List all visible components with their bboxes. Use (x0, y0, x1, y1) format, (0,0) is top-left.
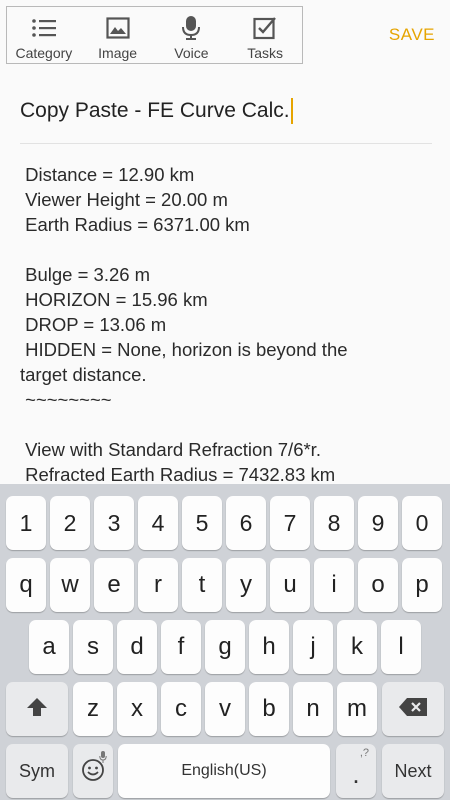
key-4[interactable]: 4 (138, 496, 178, 550)
key-z[interactable]: z (73, 682, 113, 736)
backspace-icon (398, 697, 428, 722)
key-j[interactable]: j (293, 620, 333, 674)
title-divider (20, 143, 432, 144)
key-c[interactable]: c (161, 682, 201, 736)
period-hint: ,? (359, 747, 369, 759)
note-title-field[interactable]: Copy Paste - FE Curve Calc. (20, 98, 293, 124)
note-body-field[interactable]: Distance = 12.90 km Viewer Height = 20.0… (20, 162, 432, 484)
save-button[interactable]: SAVE (389, 25, 435, 45)
image-icon (104, 15, 132, 41)
key-6[interactable]: 6 (226, 496, 266, 550)
key-0[interactable]: 0 (402, 496, 442, 550)
image-button[interactable]: Image (81, 7, 155, 63)
key-q[interactable]: q (6, 558, 46, 612)
tasks-button[interactable]: Tasks (228, 7, 302, 63)
key-l[interactable]: l (381, 620, 421, 674)
note-title: Copy Paste - FE Curve Calc. (20, 99, 290, 122)
category-label: Category (15, 45, 73, 61)
key-7[interactable]: 7 (270, 496, 310, 550)
key-g[interactable]: g (205, 620, 245, 674)
key-x[interactable]: x (117, 682, 157, 736)
key-e[interactable]: e (94, 558, 134, 612)
key-d[interactable]: d (117, 620, 157, 674)
voice-button[interactable]: Voice (155, 7, 229, 63)
key-5[interactable]: 5 (182, 496, 222, 550)
key-b[interactable]: b (249, 682, 289, 736)
image-label: Image (98, 45, 138, 61)
voice-label: Voice (174, 45, 209, 61)
key-o[interactable]: o (358, 558, 398, 612)
key-v[interactable]: v (205, 682, 245, 736)
microphone-hint-icon (99, 747, 107, 768)
checkbox-icon (251, 15, 279, 41)
backspace-key[interactable] (382, 682, 444, 736)
soft-keyboard: 1 2 3 4 5 6 7 8 9 0 q w e r t y u i o p … (0, 484, 450, 800)
key-s[interactable]: s (73, 620, 113, 674)
period-key[interactable]: ,? . (336, 744, 376, 798)
key-8[interactable]: 8 (314, 496, 354, 550)
key-n[interactable]: n (293, 682, 333, 736)
key-2[interactable]: 2 (50, 496, 90, 550)
shift-key[interactable] (6, 682, 68, 736)
letter-row-3: z x c v b n m (0, 682, 450, 738)
key-f[interactable]: f (161, 620, 201, 674)
category-button[interactable]: Category (7, 7, 81, 63)
microphone-icon (177, 15, 205, 41)
letter-row-1: q w e r t y u i o p (0, 558, 450, 614)
key-m[interactable]: m (337, 682, 377, 736)
period-label: . (352, 758, 360, 789)
tasks-label: Tasks (247, 45, 284, 61)
key-h[interactable]: h (249, 620, 289, 674)
key-w[interactable]: w (50, 558, 90, 612)
note-toolbar: Category Image Voice Tasks (6, 6, 303, 64)
sym-key[interactable]: Sym (6, 744, 68, 798)
letter-row-2: a s d f g h j k l (0, 620, 450, 676)
text-cursor (290, 98, 293, 124)
key-9[interactable]: 9 (358, 496, 398, 550)
key-a[interactable]: a (29, 620, 69, 674)
shift-icon (26, 696, 48, 723)
key-p[interactable]: p (402, 558, 442, 612)
key-i[interactable]: i (314, 558, 354, 612)
key-3[interactable]: 3 (94, 496, 134, 550)
emoji-key[interactable] (73, 744, 113, 798)
key-u[interactable]: u (270, 558, 310, 612)
key-1[interactable]: 1 (6, 496, 46, 550)
list-icon (30, 15, 58, 41)
key-t[interactable]: t (182, 558, 222, 612)
function-row: Sym English(US) ,? . Next (0, 744, 450, 800)
number-row: 1 2 3 4 5 6 7 8 9 0 (0, 496, 450, 552)
key-r[interactable]: r (138, 558, 178, 612)
key-k[interactable]: k (337, 620, 377, 674)
key-y[interactable]: y (226, 558, 266, 612)
next-key[interactable]: Next (382, 744, 444, 798)
space-key[interactable]: English(US) (118, 744, 330, 798)
